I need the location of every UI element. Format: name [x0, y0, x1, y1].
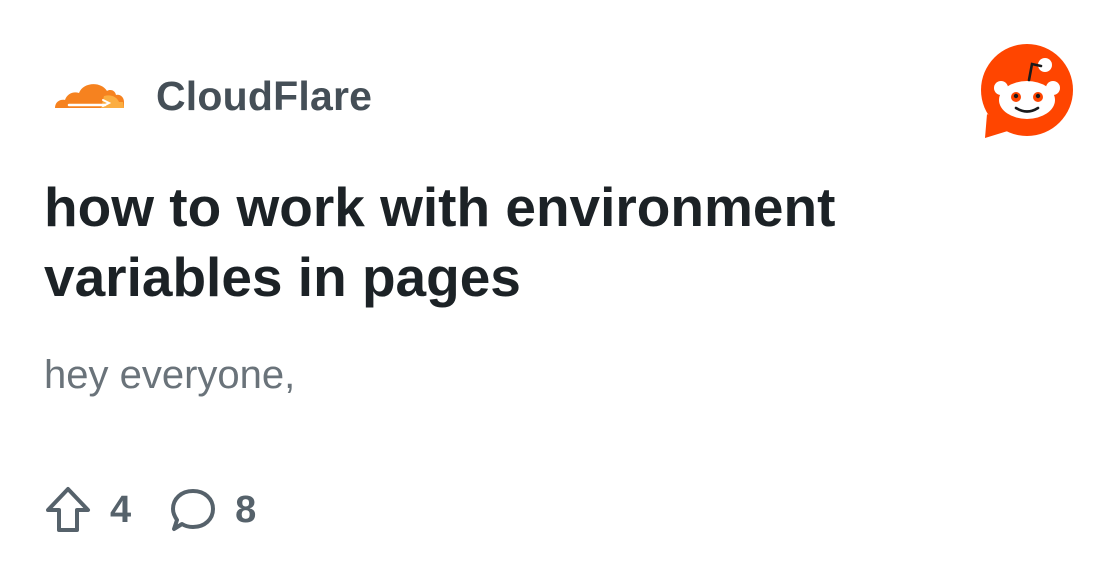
post-body-line-1: hey everyone, [44, 353, 296, 397]
comment-bubble-icon [169, 486, 217, 534]
comments-button[interactable]: 8 [169, 486, 256, 534]
post-title-line-1: how to work with environment [44, 176, 836, 238]
post-title[interactable]: how to work with environment variables i… [44, 172, 1044, 312]
post-stats: 4 8 [44, 484, 294, 536]
upvote-button[interactable]: 4 [44, 485, 131, 535]
post-preview-card[interactable]: CloudFlare how to work with environment … [0, 0, 1120, 584]
upvote-arrow-icon [44, 485, 92, 535]
subreddit-header[interactable]: CloudFlare [48, 64, 372, 128]
post-body-line-2: i made my first site, and i'm hoping to … [44, 420, 1074, 452]
post-title-line-2: variables in pages [44, 246, 521, 308]
reddit-snoo-icon [977, 42, 1077, 142]
upvote-count: 4 [110, 488, 132, 531]
comment-count: 8 [235, 488, 257, 531]
post-body-preview: hey everyone, i made my first site, and … [44, 330, 1074, 452]
cloudflare-cloud-icon [48, 72, 128, 120]
subreddit-name[interactable]: CloudFlare [156, 73, 372, 120]
